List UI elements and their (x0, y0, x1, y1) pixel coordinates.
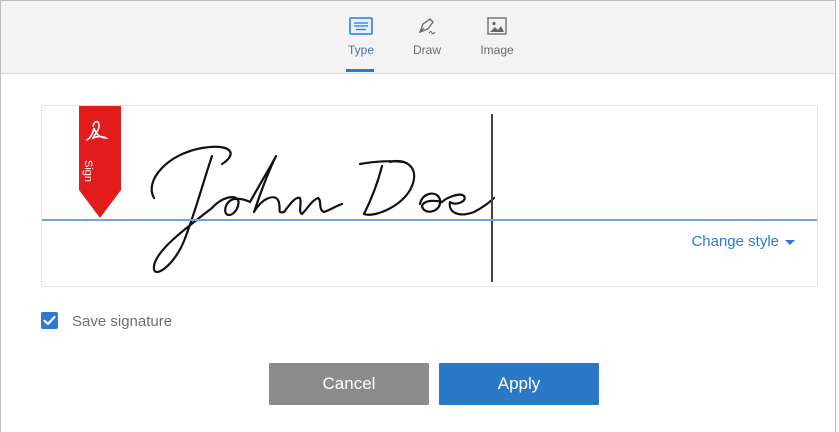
tab-draw[interactable]: Draw (402, 15, 452, 71)
signature-mode-tabs: Type Draw Image (1, 1, 835, 74)
text-cursor (491, 114, 493, 282)
tab-draw-label: Draw (412, 43, 441, 57)
signature-input-area[interactable]: Sign Change style (41, 105, 818, 287)
change-style-dropdown[interactable]: Change style (691, 233, 795, 250)
image-icon (487, 17, 507, 35)
active-tab-indicator (346, 69, 374, 72)
chevron-down-icon (785, 239, 795, 245)
keyboard-icon (349, 17, 373, 35)
sign-badge-label: Sign (82, 160, 94, 183)
save-signature-checkbox[interactable] (41, 312, 58, 329)
change-style-label: Change style (691, 233, 779, 250)
cancel-button[interactable]: Cancel (269, 363, 429, 405)
tab-type[interactable]: Type (336, 15, 386, 71)
signature-dialog: Type Draw Image Sign Change style Save s… (0, 0, 836, 432)
tab-image-label: Image (480, 43, 514, 57)
tab-image[interactable]: Image (472, 15, 522, 71)
tab-type-label: Type (347, 43, 374, 57)
signature-baseline (42, 219, 817, 221)
checkmark-icon (43, 315, 56, 326)
pen-icon (418, 18, 436, 35)
signature-script (150, 145, 496, 273)
save-signature-label: Save signature (72, 313, 173, 330)
apply-button[interactable]: Apply (439, 363, 599, 405)
